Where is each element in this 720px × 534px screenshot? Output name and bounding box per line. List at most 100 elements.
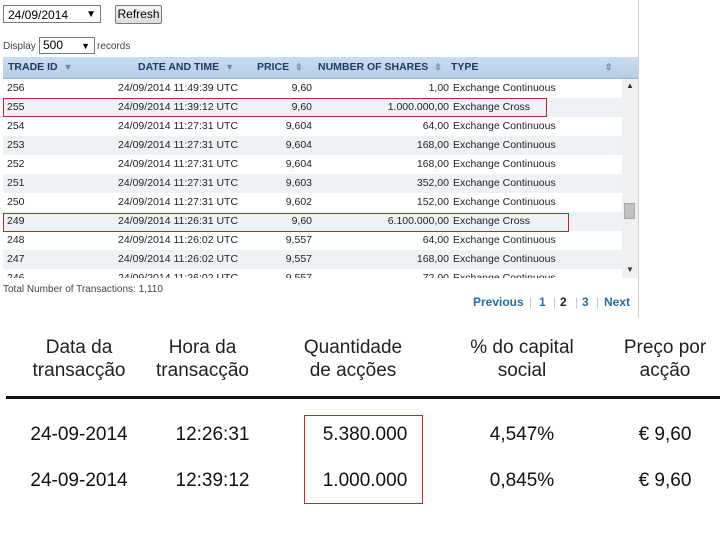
table-row[interactable]: 247 24/09/2014 11:26:02 UTC 9,557 168,00 Exc… [3, 250, 622, 269]
table-row[interactable]: 252 24/09/2014 11:27:31 UTC 9,604 168,00 Exc… [3, 155, 622, 174]
datetime-cell: 24/09/2014 11:26:02 UTC [118, 253, 239, 265]
shares-cell: 64,00 [422, 120, 449, 132]
records-per-page-select[interactable]: 500 ▼ [39, 37, 95, 54]
price-cell: 9,604 [285, 120, 312, 132]
table-row[interactable]: 251 24/09/2014 11:27:31 UTC 9,603 352,00 Exc… [3, 174, 622, 193]
sort-icon: ⇳ [295, 62, 303, 72]
trade-id-cell: 250 [7, 196, 25, 208]
datetime-cell: 24/09/2014 11:49:39 UTC [118, 82, 239, 94]
shares-cell: 152,00 [416, 196, 449, 208]
summary-cell: 4,547% [489, 424, 555, 445]
scroll-down-icon[interactable]: ▼ [626, 265, 634, 274]
sort-desc-icon: ▼ [63, 62, 73, 72]
scroll-up-icon[interactable]: ▲ [626, 81, 634, 90]
trade-id-cell: 248 [7, 234, 25, 246]
type-cell: Exchange Continuous [453, 234, 556, 246]
column-header-date-time[interactable]: DATE AND TIME ▼ [138, 57, 234, 78]
shares-cell: 72,00 [422, 272, 449, 278]
summary-cell: 24-09-2014 [30, 470, 128, 491]
display-label: Display [3, 41, 36, 52]
datetime-cell: 24/09/2014 11:27:31 UTC [118, 158, 239, 170]
type-cell: Exchange Continuous [453, 158, 556, 170]
chevron-down-icon: ▼ [86, 9, 96, 20]
datetime-cell: 24/09/2014 11:26:02 UTC [118, 234, 239, 246]
type-cell: Exchange Continuous [453, 253, 556, 265]
trade-id-cell: 256 [7, 82, 25, 94]
price-cell: 9,557 [285, 253, 312, 265]
page-link-current: 2 [560, 295, 567, 309]
summary-header-date: Data da transacção [32, 337, 126, 381]
date-select[interactable]: 24/09/2014 ▼ [3, 5, 101, 23]
trade-id-cell: 253 [7, 139, 25, 151]
shares-cell: 168,00 [416, 139, 449, 151]
table-row[interactable]: 256 24/09/2014 11:49:39 UTC 9,60 1,00 Exchan… [3, 79, 622, 98]
records-per-page-value: 500 [43, 38, 64, 52]
previous-link[interactable]: Previous [473, 295, 524, 309]
separator: | [553, 295, 557, 309]
shares-cell: 1,00 [428, 82, 449, 94]
price-cell: 9,603 [285, 177, 312, 189]
column-header-trade-id[interactable]: TRADE ID ▼ [8, 57, 73, 78]
page-link-1[interactable]: 1 [539, 295, 546, 309]
price-cell: 9,604 [285, 139, 312, 151]
price-cell: 9,604 [285, 158, 312, 170]
datetime-cell: 24/09/2014 11:27:31 UTC [118, 177, 239, 189]
sort-icon[interactable]: ⇳ [605, 57, 613, 78]
table-row[interactable]: 253 24/09/2014 11:27:31 UTC 9,604 168,00 Exc… [3, 136, 622, 155]
scrollbar-thumb[interactable] [624, 203, 635, 219]
table-row[interactable]: 246 24/09/2014 11:26:02 UTC 9,557 72,00 Exch… [3, 269, 622, 278]
type-cell: Exchange Continuous [453, 139, 556, 151]
summary-cell: 12:26:31 [175, 424, 250, 445]
price-cell: 9,602 [285, 196, 312, 208]
table-row[interactable]: 254 24/09/2014 11:27:31 UTC 9,604 64,00 Exch… [3, 117, 622, 136]
quantity-highlight-box [304, 415, 423, 504]
total-transactions: Total Number of Transactions: 1,110 [3, 284, 163, 295]
separator: | [596, 295, 600, 309]
column-header-price[interactable]: PRICE ⇳ [257, 57, 303, 78]
table-scrollbar[interactable] [622, 79, 638, 278]
table-row[interactable]: 248 24/09/2014 11:26:02 UTC 9,557 64,00 Exch… [3, 231, 622, 250]
price-cell: 9,557 [285, 234, 312, 246]
type-cell: Exchange Continuous [453, 196, 556, 208]
next-link[interactable]: Next [604, 295, 630, 309]
trade-id-cell: 252 [7, 158, 25, 170]
shares-cell: 168,00 [416, 158, 449, 170]
trade-id-cell: 254 [7, 120, 25, 132]
records-label: records [97, 41, 131, 52]
type-cell: Exchange Continuous [453, 177, 556, 189]
separator: | [575, 295, 579, 309]
shares-cell: 64,00 [422, 234, 449, 246]
summary-header-quantity: Quantidade de acções [303, 337, 403, 381]
price-cell: 9,557 [285, 272, 312, 278]
type-cell: Exchange Continuous [453, 120, 556, 132]
summary-header-price: Preço por acção [623, 337, 707, 381]
trade-id-cell: 247 [7, 253, 25, 265]
panel-border [638, 0, 639, 318]
shares-cell: 168,00 [416, 253, 449, 265]
type-cell: Exchange Continuous [453, 82, 556, 94]
datetime-cell: 24/09/2014 11:27:31 UTC [118, 196, 239, 208]
trade-id-cell: 251 [7, 177, 25, 189]
summary-cell: 0,845% [489, 470, 555, 491]
summary-cell: € 9,60 [638, 470, 692, 491]
summary-header-time: Hora da transacção [156, 337, 249, 381]
refresh-button[interactable]: Refresh [115, 5, 162, 24]
datetime-cell: 24/09/2014 11:27:31 UTC [118, 139, 239, 151]
sort-desc-icon: ▼ [225, 62, 234, 72]
table-row[interactable]: 250 24/09/2014 11:27:31 UTC 9,602 152,00 Exc… [3, 193, 622, 212]
page-link-3[interactable]: 3 [582, 295, 589, 309]
chevron-down-icon: ▼ [81, 41, 90, 51]
separator: | [529, 295, 533, 309]
type-cell: Exchange Continuous [453, 272, 556, 278]
trades-table-header: TRADE ID ▼ DATE AND TIME ▼ PRICE ⇳ NUMBER O… [3, 57, 638, 79]
sort-icon: ⇳ [434, 62, 442, 72]
summary-cell: € 9,60 [638, 424, 692, 445]
datetime-cell: 24/09/2014 11:27:31 UTC [118, 120, 239, 132]
column-header-type[interactable]: TYPE [451, 57, 478, 78]
summary-header-capital-pct: % do capital social [470, 337, 574, 381]
shares-cell: 352,00 [416, 177, 449, 189]
summary-cell: 12:39:12 [175, 470, 250, 491]
datetime-cell: 24/09/2014 11:26:02 UTC [118, 272, 239, 278]
column-header-number-of-shares[interactable]: NUMBER OF SHARES ⇳ [318, 57, 442, 78]
summary-cell: 24-09-2014 [30, 424, 128, 445]
